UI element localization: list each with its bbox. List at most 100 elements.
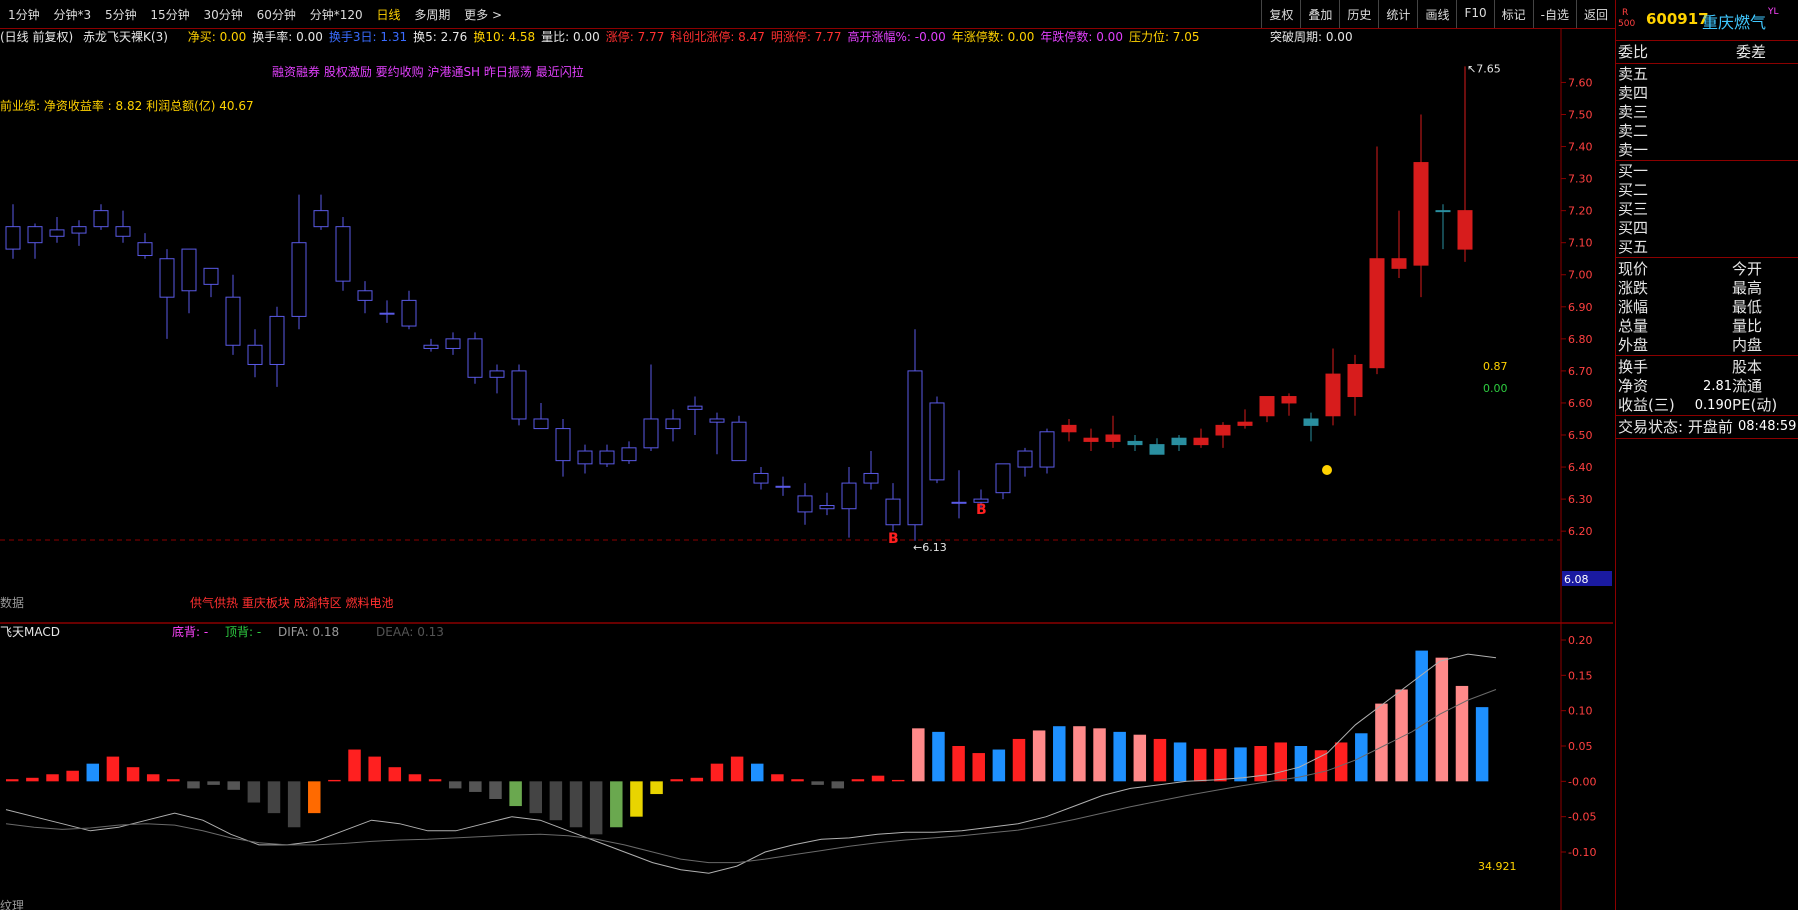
candle[interactable] (775, 476, 791, 496)
candle[interactable] (357, 281, 373, 314)
candle[interactable] (445, 332, 461, 355)
candle[interactable] (1457, 66, 1473, 262)
macd-histogram-bar (509, 781, 522, 807)
candle[interactable] (621, 441, 637, 464)
candle-body (1281, 396, 1297, 404)
candle[interactable] (159, 249, 175, 339)
candle[interactable] (1237, 409, 1253, 429)
candle[interactable] (731, 415, 747, 462)
macd-histogram-bar (106, 756, 120, 782)
candle[interactable] (1325, 348, 1341, 426)
macd-histogram-bar (1375, 703, 1388, 782)
order-ratio-label: 委比 (1618, 43, 1649, 61)
candle[interactable] (1127, 435, 1143, 452)
candle[interactable] (1259, 396, 1275, 423)
candle[interactable] (951, 470, 967, 519)
candle[interactable] (929, 396, 945, 484)
candle-body (1127, 440, 1143, 446)
candle[interactable] (863, 451, 879, 490)
quote-header: R 500 600917 重庆燃气 YL (1616, 0, 1798, 41)
candle[interactable] (1193, 428, 1209, 448)
candle[interactable] (1391, 210, 1407, 278)
candle[interactable] (71, 220, 87, 246)
candle[interactable] (907, 329, 923, 541)
max-price-label: ↖7.65 (1467, 62, 1501, 75)
candle-body (731, 421, 747, 462)
buy-1: 买一 (1616, 162, 1798, 181)
candle[interactable] (1369, 146, 1385, 375)
badge-yl: YL (1768, 7, 1779, 17)
sell-5: 卖五 (1616, 65, 1798, 84)
candle[interactable] (577, 444, 593, 474)
price-tick-label: 6.20 (1568, 525, 1593, 538)
candle[interactable] (753, 467, 769, 490)
candle[interactable] (709, 412, 725, 455)
quote-stats-2: 换手 股本 净资 2.81 流通 收益(三) 0.190 PE(动) (1616, 356, 1798, 416)
candle[interactable] (643, 364, 659, 452)
candle-body (137, 242, 153, 257)
candle-body (291, 242, 307, 317)
bottom-label: 纹理 (0, 899, 24, 910)
macd-tick-label: 0.10 (1568, 705, 1593, 718)
candle[interactable] (467, 332, 483, 384)
macd-histogram-bar (1133, 734, 1147, 782)
macd-histogram-bar (1475, 707, 1489, 782)
candle-body (1017, 450, 1033, 468)
candle[interactable] (203, 267, 219, 298)
candle[interactable] (5, 204, 21, 259)
stat-row: 现价 今开 (1616, 260, 1798, 279)
candle[interactable] (1347, 354, 1363, 416)
candle[interactable] (1149, 438, 1165, 455)
candle[interactable] (665, 409, 681, 442)
candle[interactable] (313, 194, 329, 230)
candle-body (885, 498, 901, 526)
candle-body (907, 370, 923, 526)
candle[interactable] (841, 467, 857, 538)
candle[interactable] (291, 194, 307, 330)
candle[interactable] (269, 306, 285, 387)
candle[interactable] (379, 300, 395, 323)
candle[interactable] (885, 483, 901, 532)
candle[interactable] (27, 223, 43, 259)
candle[interactable] (181, 248, 197, 314)
macd-histogram-bar (167, 779, 180, 782)
kline-chart[interactable]: 7.60 7.50 7.40 7.30 7.20 7.10 7.00 6.90 6.80 6.70… (0, 0, 1613, 910)
candle[interactable] (533, 402, 549, 430)
candle[interactable] (1435, 204, 1451, 250)
candle[interactable] (819, 492, 835, 516)
candle[interactable] (511, 364, 527, 426)
candle[interactable] (555, 418, 571, 477)
candle[interactable] (599, 444, 615, 468)
candle[interactable] (335, 217, 351, 291)
candle[interactable] (137, 233, 153, 259)
stat-row: 收益(三) 0.190 PE(动) (1616, 396, 1798, 415)
candle[interactable] (1215, 422, 1231, 448)
candle[interactable] (423, 338, 439, 352)
candle[interactable] (1413, 114, 1429, 298)
candle[interactable] (225, 274, 241, 355)
candle-body (159, 258, 175, 298)
macd-tick-label: 0.15 (1568, 669, 1593, 682)
candle-body (1303, 418, 1319, 426)
candle[interactable] (797, 483, 813, 525)
candle[interactable] (93, 204, 109, 230)
candle-body (643, 418, 659, 449)
candle[interactable] (1105, 415, 1121, 448)
candle[interactable] (1083, 428, 1099, 452)
candle[interactable] (1303, 412, 1319, 442)
side-value-top: 0.87 (1483, 360, 1508, 373)
candle[interactable] (1039, 428, 1055, 474)
candle[interactable] (995, 463, 1011, 500)
candle[interactable] (247, 329, 263, 378)
candle[interactable] (1017, 447, 1033, 477)
candle[interactable] (1171, 435, 1187, 452)
candle[interactable] (1061, 418, 1077, 442)
candle-body (599, 450, 615, 465)
candle[interactable] (1281, 393, 1297, 416)
candle[interactable] (401, 290, 417, 330)
candle[interactable] (489, 364, 505, 394)
candle[interactable] (115, 210, 131, 243)
macd-histogram-bar (6, 779, 19, 782)
candle[interactable] (49, 217, 65, 243)
candle[interactable] (687, 396, 703, 435)
